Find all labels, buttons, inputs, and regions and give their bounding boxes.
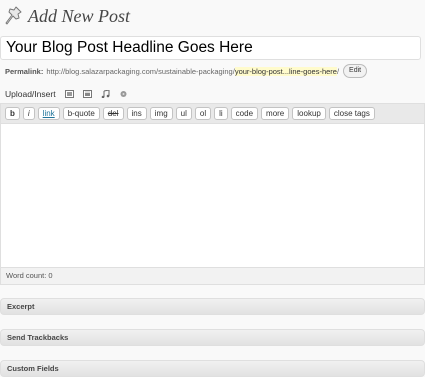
custom-fields-panel-header[interactable]: Custom Fields	[0, 360, 425, 377]
lookup-button[interactable]: lookup	[292, 107, 326, 120]
word-count-status: Word count: 0	[0, 268, 425, 285]
pushpin-icon	[5, 6, 22, 25]
upload-insert-label: Upload/Insert	[5, 89, 56, 99]
blockquote-button[interactable]: b-quote	[62, 107, 100, 120]
img-button[interactable]: img	[149, 107, 173, 120]
more-button[interactable]: more	[261, 107, 290, 120]
code-button[interactable]: code	[230, 107, 259, 120]
italic-button[interactable]: i	[22, 107, 35, 120]
audio-icon[interactable]	[101, 90, 110, 98]
page-header: Add New Post	[4, 3, 130, 29]
ol-button[interactable]: ol	[194, 107, 212, 120]
permalink-base-url: http://blog.salazarpackaging.com/sustain…	[46, 66, 235, 76]
permalink-trailing-slash: /	[336, 66, 340, 76]
permalink-slug[interactable]: your-blog-post...line-goes-here	[234, 66, 337, 76]
permalink-label: Permalink:	[5, 66, 44, 76]
del-button[interactable]: del	[102, 107, 124, 120]
upload-insert-row: Upload/Insert	[5, 89, 128, 99]
excerpt-panel-header[interactable]: Excerpt	[0, 298, 425, 315]
ins-button[interactable]: ins	[126, 107, 147, 120]
permalink-edit-button[interactable]: Edit	[343, 64, 368, 78]
bold-button[interactable]: b	[5, 107, 20, 120]
image-icon[interactable]	[64, 90, 74, 98]
close-tags-button[interactable]: close tags	[328, 107, 375, 120]
link-button[interactable]: link	[37, 107, 60, 120]
video-icon[interactable]	[82, 90, 92, 98]
quicktags-toolbar: b i link b-quote del ins img ul ol li co…	[0, 103, 425, 123]
trackbacks-panel-header[interactable]: Send Trackbacks	[0, 329, 425, 346]
page-title: Add New Post	[28, 6, 130, 26]
permalink-row: Permalink: http://blog.salazarpackaging.…	[5, 64, 368, 78]
post-content-editor[interactable]	[0, 123, 425, 268]
media-icon[interactable]	[119, 90, 128, 98]
post-title-input[interactable]: Your Blog Post Headline Goes Here	[0, 36, 421, 60]
ul-button[interactable]: ul	[175, 107, 192, 120]
li-button[interactable]: li	[214, 107, 228, 120]
